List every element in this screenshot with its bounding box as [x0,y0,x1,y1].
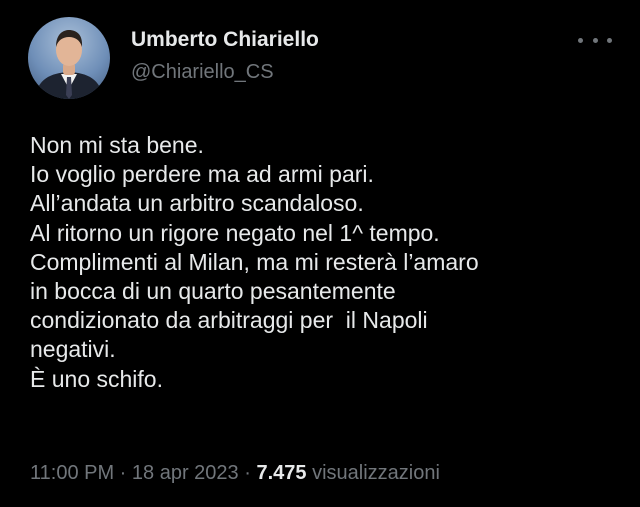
avatar[interactable] [28,17,110,99]
display-name[interactable]: Umberto Chiariello [131,27,319,53]
separator-dot: · [238,462,257,484]
separator-dot: · [114,462,132,484]
user-handle[interactable]: @Chiariello_CS [131,60,319,84]
tweet-text-line: Al ritorno un rigore negato nel 1^ tempo… [30,219,440,246]
profile-photo [34,30,104,99]
more-horizontal-icon-dot [607,37,612,43]
tweet-text-line: in bocca di un quarto pesantemente [30,278,396,305]
tweet-metadata: 11:00 PM · 18 apr 2023 · 7.475 visualizz… [30,460,440,486]
tweet-text-line: All’andata un arbitro scandaloso. [30,190,364,217]
author-info: Umberto Chiariello @Chiariello_CS [131,27,319,84]
more-horizontal-icon [578,37,583,43]
tweet-text-line: Complimenti al Milan, ma mi resterà l’am… [30,248,479,275]
more-horizontal-icon-dot [592,37,598,43]
tweet-text-line: condizionato da arbitraggi per il Napoli [30,307,428,334]
more-options-button[interactable] [578,30,612,50]
views-label: visualizzazioni [306,462,440,484]
tweet-text-line: È uno schifo. [30,365,163,392]
tweet-text-line: negativi. [30,336,116,363]
tweet-card: Umberto Chiariello @Chiariello_CS Non mi… [0,0,640,507]
views-count[interactable]: 7.475 [256,462,306,484]
tweet-text-line: Io voglio perdere ma ad armi pari. [30,161,374,188]
tweet-text: Non mi sta bene. Io voglio perdere ma ad… [30,131,630,394]
tweet-date[interactable]: 18 apr 2023 [132,462,239,484]
tweet-time[interactable]: 11:00 PM [30,462,114,484]
tweet-text-line: Non mi sta bene. [30,132,204,158]
